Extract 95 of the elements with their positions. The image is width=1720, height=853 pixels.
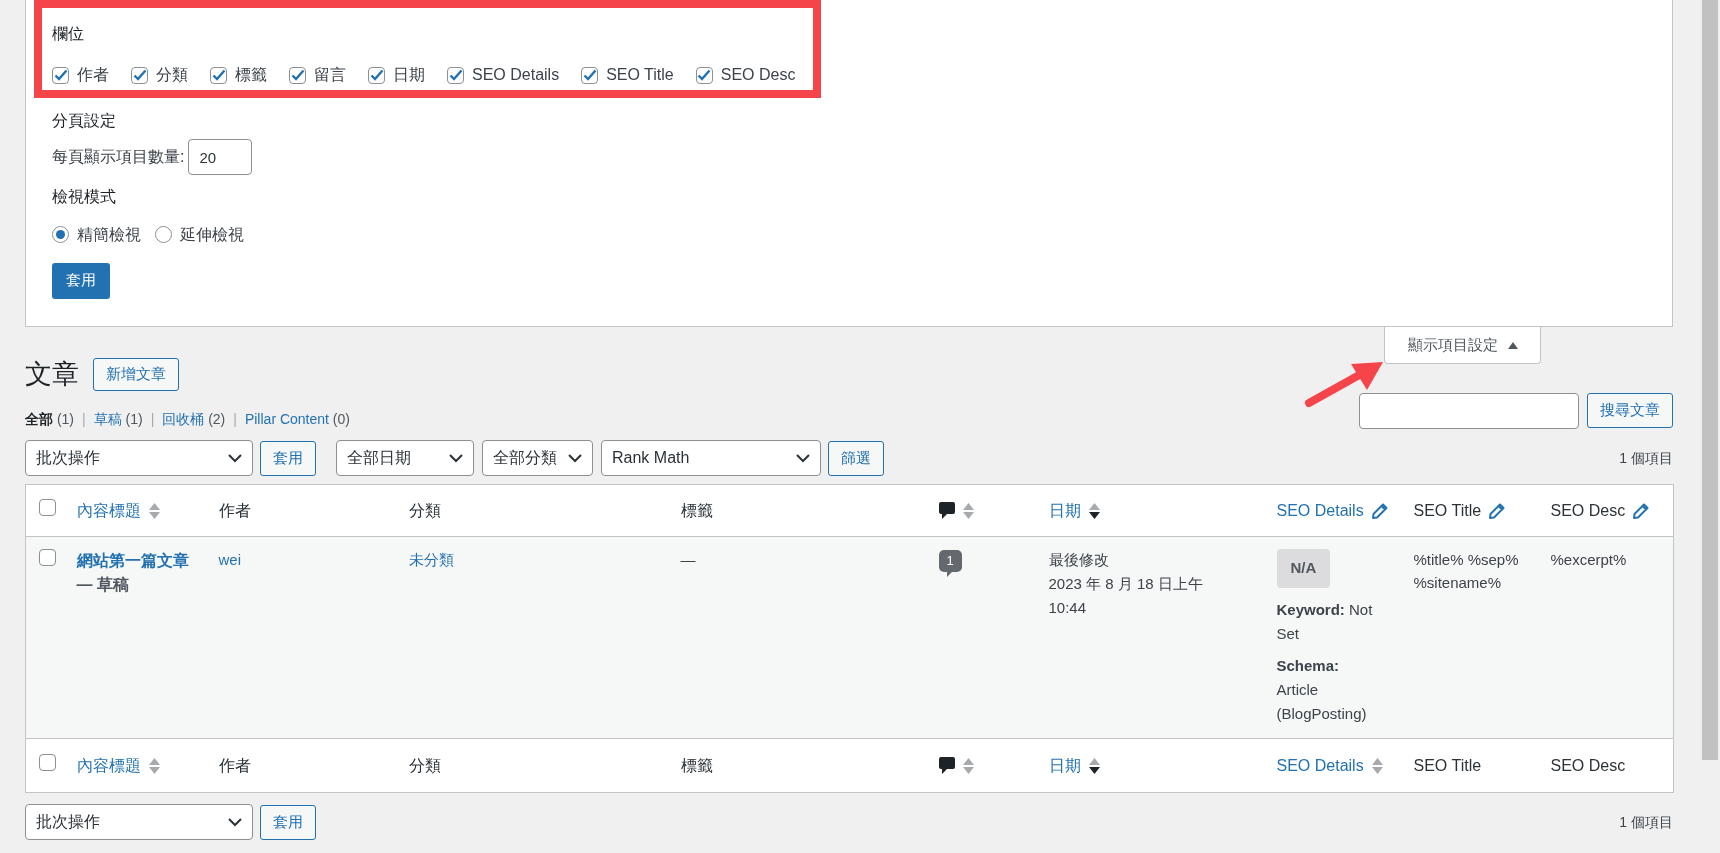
column-header: 標籤 [680,500,713,521]
separator: | [82,410,86,429]
column-checkbox[interactable] [131,66,148,84]
post-title-link[interactable]: 網站第一篇文章 [76,552,189,569]
status-filter-link[interactable]: Pillar Content (0) [244,409,350,430]
column-header-link[interactable]: 日期 [1048,498,1081,523]
column-header: 作者 [218,755,251,776]
checkbox-label: SEO Details [472,65,560,86]
column-header-link[interactable]: SEO Details [1276,753,1364,778]
radio-button[interactable] [155,226,172,244]
radio-button[interactable] [52,226,69,244]
checkbox-label: 標籤 [235,65,267,86]
column-header: 分類 [408,755,441,776]
category-link[interactable]: 未分類 [408,551,454,568]
radio-label: 精簡檢視 [77,224,141,245]
date-text: 2023 年 8 月 18 日上午 10:44 [1048,573,1204,618]
column-checkbox[interactable] [447,66,464,84]
column-header: SEO Desc [1550,755,1626,776]
column-header-link[interactable]: 內容標題 [76,498,141,523]
apply-button[interactable]: 套用 [260,440,316,476]
chevron-icon [796,453,810,463]
column-header: 標籤 [680,755,713,776]
bulk-action-select[interactable]: 批次操作 [25,440,253,476]
column-header: 作者 [218,500,251,521]
column-header: SEO Title [1413,755,1482,776]
comment-icon [938,757,955,774]
checkbox-label: 作者 [77,65,109,86]
bulk-action-select[interactable]: 批次操作 [25,804,253,840]
item-count: 1 個項目 [1619,812,1673,832]
select-all-checkbox[interactable] [39,498,56,516]
comment-icon [938,502,955,519]
item-count: 1 個項目 [1619,448,1673,468]
seo-score-badge: N/A [1276,549,1331,588]
post-title: 網站第一篇文章 — 草稿 [76,551,190,595]
chevron-icon [228,453,242,463]
column-checkbox[interactable] [695,66,713,84]
select-value: 批次操作 [36,448,100,468]
table-cell-text: %excerpt% [1550,550,1628,570]
column-checkbox[interactable] [210,66,227,84]
keyword-text: Keyword: Not Set [1276,599,1374,644]
column-header: 分類 [408,500,441,521]
column-header-link[interactable]: 內容標題 [76,753,141,778]
filter-button[interactable]: 篩選 [828,440,884,476]
status-filter-link[interactable]: 回收桶 (2) [162,409,226,430]
column-header-link[interactable]: SEO Details [1276,498,1364,523]
filter-select[interactable]: 全部分類 [482,440,593,476]
screen-options-tab[interactable]: 顯示項目設定 [1384,327,1541,364]
checkbox-label: 留言 [314,65,346,86]
select-value: 全部日期 [347,448,411,468]
per-page-field[interactable]: 20 [188,139,253,176]
add-new-button[interactable]: 新增文章 [93,358,179,391]
column-checkbox[interactable] [581,66,599,84]
pencil-icon[interactable] [1633,502,1650,519]
field-label: 每頁顯示項目數量: [52,147,185,168]
column-header: SEO Desc [1550,500,1626,521]
filter-select[interactable]: 全部日期 [336,440,474,476]
status-filter-link[interactable]: 全部 (1) [25,409,74,430]
chevron-icon [568,453,582,463]
section-heading: 檢視模式 [52,187,117,207]
section-heading: 欄位 [52,24,85,44]
separator: | [150,410,155,429]
status-filter-link[interactable]: 草稿 (1) [93,409,143,430]
column-header-link[interactable]: 日期 [1048,753,1081,778]
section-heading: 分頁設定 [52,111,117,131]
checkbox-label: 分類 [156,65,188,86]
page-title: 文章 [25,358,79,391]
schema-text: Schema: Article (BlogPosting) [1276,655,1368,724]
row-checkbox[interactable] [39,549,56,566]
apply-button[interactable]: 套用 [52,262,110,299]
table-cell-text: %title% %sep% %sitename% [1413,550,1520,593]
chevron-icon [449,453,463,463]
checkbox-label: 日期 [393,65,425,86]
scrollbar-thumb[interactable] [1702,0,1718,760]
search-field[interactable] [1359,392,1579,429]
pencil-icon[interactable] [1371,502,1388,519]
column-checkbox[interactable] [368,66,385,84]
chevron-icon [228,817,242,827]
separator: | [233,410,237,429]
date-label: 最後修改 [1048,550,1110,570]
search-button[interactable]: 搜尋文章 [1587,392,1673,428]
column-checkbox[interactable] [52,66,69,84]
apply-button[interactable]: 套用 [260,804,316,840]
column-header: SEO Title [1413,500,1482,521]
select-value: 批次操作 [36,812,100,832]
table-cell: — [680,551,696,568]
select-value: Rank Math [612,448,690,468]
filter-select[interactable]: Rank Math [601,440,821,476]
column-checkbox[interactable] [289,66,306,84]
checkbox-label: SEO Desc [720,65,796,86]
select-all-checkbox[interactable] [39,753,56,771]
checkbox-label: SEO Title [606,65,674,86]
pencil-icon[interactable] [1489,502,1506,519]
radio-label: 延伸檢視 [180,224,244,245]
author-link[interactable]: wei [218,551,241,568]
select-value: 全部分類 [493,448,557,468]
